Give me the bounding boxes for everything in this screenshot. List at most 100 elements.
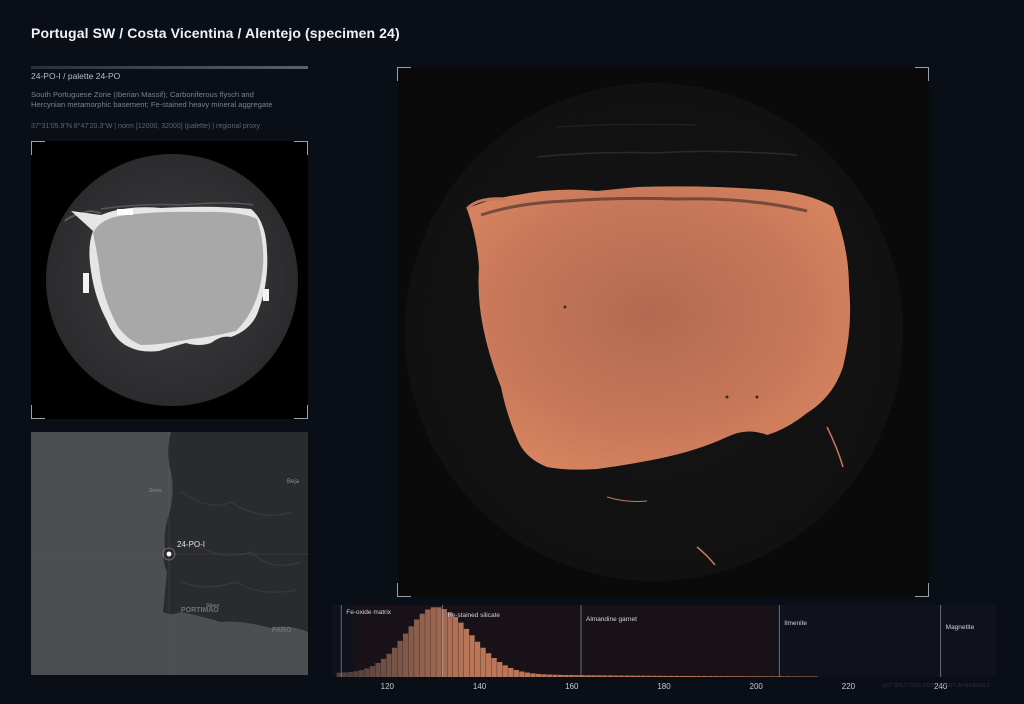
histogram-bar: [773, 676, 779, 677]
map-canvas: 24-PO-I Sines Beja Silves PORTIMÃO FARO: [31, 432, 308, 675]
frame-corner: [397, 583, 411, 597]
map-place-sines: Sines: [149, 488, 162, 494]
histogram-bar: [524, 672, 530, 677]
histogram-bar: [806, 676, 813, 677]
histogram-canvas: Fe-oxide matrix Fe-stained silicate Almand…: [332, 605, 996, 691]
histogram-bar: [718, 676, 724, 677]
histogram-bar: [513, 669, 519, 677]
histogram-bar: [784, 676, 791, 677]
frame-corner: [294, 405, 308, 419]
histogram-bar: [380, 658, 387, 677]
intensity-histogram[interactable]: Fe-oxide matrix Fe-stained silicate Almand…: [332, 605, 996, 695]
histogram-bar: [552, 674, 558, 677]
histogram-bar: [541, 674, 547, 677]
histogram-bar: [458, 622, 464, 677]
frame-corner: [31, 405, 45, 419]
histogram-bar: [364, 668, 370, 677]
map-place-portimao: PORTIMÃO: [181, 605, 219, 614]
histogram-bar: [419, 613, 425, 677]
histogram-bar: [740, 676, 746, 677]
histogram-bar: [391, 647, 398, 677]
histogram-bar: [635, 675, 641, 677]
histogram-bar: [546, 674, 553, 677]
histogram-bar: [751, 676, 757, 677]
histogram-bar: [358, 670, 364, 677]
histogram-bar: [486, 653, 492, 677]
histogram-bar: [502, 665, 508, 677]
histogram-bar: [535, 673, 542, 677]
location-marker-icon: [166, 551, 172, 557]
histogram-bar: [519, 671, 525, 677]
grayscale-ct-image: [46, 154, 298, 406]
histogram-bar: [646, 675, 652, 677]
histogram-bar: [585, 675, 591, 677]
histogram-bar: [685, 675, 691, 677]
main-ct-view[interactable]: [397, 67, 929, 597]
histogram-bar: [530, 673, 536, 677]
page-title: Portugal SW / Costa Vicentina / Alentejo…: [31, 25, 400, 41]
histogram-bar: [591, 675, 597, 677]
histogram-bar: [574, 675, 580, 677]
histogram-bar: [474, 641, 481, 677]
histogram-bar: [723, 676, 730, 677]
histogram-bar: [447, 612, 453, 677]
histogram-bar: [679, 675, 685, 677]
histogram-bar: [657, 675, 663, 677]
histogram-bar: [618, 675, 625, 677]
histogram-bar: [757, 676, 763, 677]
histogram-bar: [735, 676, 741, 677]
histogram-bar: [602, 675, 608, 677]
location-map[interactable]: 24-PO-I Sines Beja Silves PORTIMÃO FARO: [31, 432, 308, 675]
frame-corner: [294, 141, 308, 155]
histogram-bar: [375, 662, 381, 677]
histogram-bar: [469, 635, 475, 677]
x-tick-label: 160: [565, 682, 579, 691]
histogram-bar: [712, 676, 719, 677]
x-tick-label: 220: [842, 682, 856, 691]
histogram-bar: [701, 676, 708, 677]
histogram-credit: µCT SPECTROS 2025 / QUANTUM MINERALS: [883, 683, 991, 689]
frame-corner: [915, 67, 929, 81]
histogram-bar: [497, 662, 503, 677]
histogram-bar: [569, 675, 575, 677]
histogram-bar: [629, 675, 636, 677]
frame-corner: [915, 583, 929, 597]
palette-ct-image: [405, 83, 903, 581]
histogram-bar: [690, 676, 696, 677]
histogram-bar: [790, 676, 796, 677]
sample-description: South Portuguese Zone (Iberian Massif); …: [31, 90, 273, 109]
x-tick-label: 140: [473, 682, 487, 691]
histogram-bar: [463, 628, 470, 677]
histogram-bar: [425, 609, 431, 677]
header-rule: [31, 66, 308, 69]
histogram-bar: [707, 676, 713, 677]
histogram-bar: [812, 676, 818, 677]
histogram-bar: [386, 653, 392, 677]
histogram-bar: [347, 671, 353, 677]
phase-label: Fe-stained silicate: [448, 612, 501, 619]
histogram-bar: [436, 607, 442, 677]
sample-meta: 37°31'05.9"N 8°47'20.3"W | norm [12000, …: [31, 123, 260, 130]
histogram-bar: [624, 675, 630, 677]
histogram-bar: [762, 676, 768, 677]
histogram-bar: [746, 676, 752, 677]
histogram-bar: [652, 675, 658, 677]
map-place-beja: Beja: [287, 479, 300, 485]
histogram-bar: [491, 658, 497, 677]
phase-label: Ilmenite: [784, 620, 807, 627]
grayscale-ct-thumbnail[interactable]: [31, 141, 308, 419]
x-tick-label: 120: [381, 682, 395, 691]
phase-label: Almandine garnet: [586, 616, 637, 623]
histogram-bar: [480, 647, 486, 677]
histogram-bar: [596, 675, 602, 677]
histogram-bar: [414, 619, 420, 677]
map-place-faro: FARO: [272, 627, 292, 634]
histogram-bar: [369, 666, 376, 677]
histogram-bar: [342, 672, 348, 677]
histogram-bar: [452, 617, 459, 677]
histogram-bar: [430, 607, 436, 677]
histogram-bar: [729, 676, 735, 677]
histogram-bar: [607, 675, 613, 677]
histogram-bar: [663, 675, 669, 677]
histogram-bar: [674, 675, 680, 677]
